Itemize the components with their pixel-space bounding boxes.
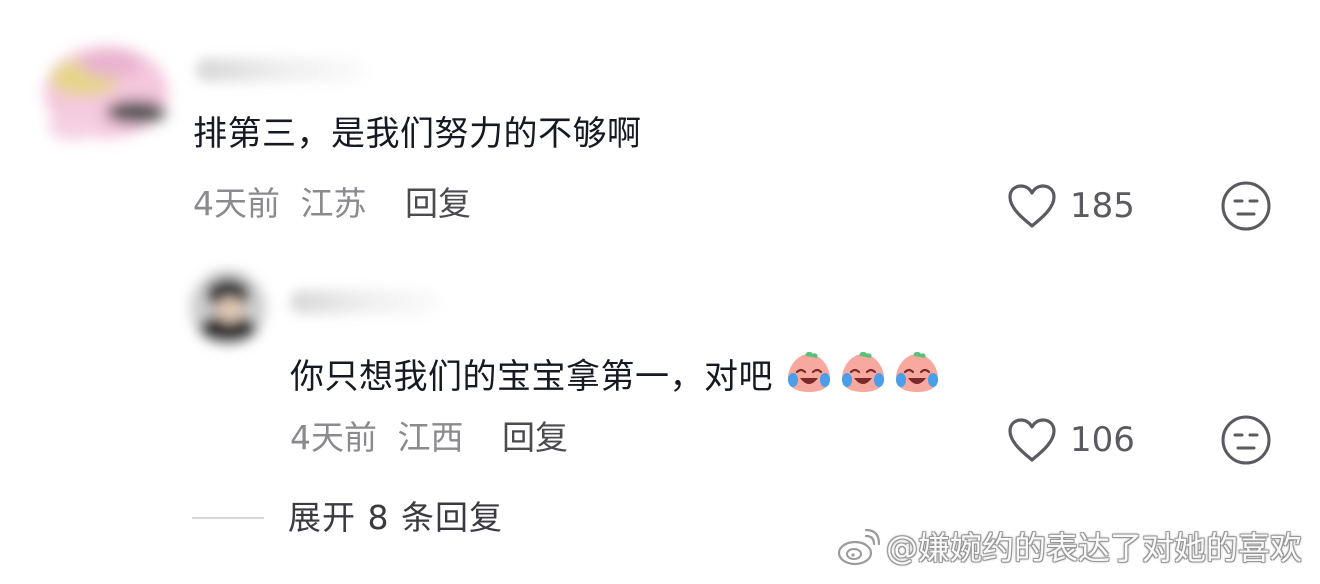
comment-meta: 4天前 江苏 回复 [193, 184, 471, 224]
username-blurred[interactable] [290, 290, 440, 314]
comment-location: 江西 [397, 418, 464, 457]
like-count: 106 [1070, 420, 1135, 460]
comment-text: 你只想我们的宝宝拿第一，对吧 [290, 350, 946, 397]
comment-text: 排第三，是我们努力的不够啊 [193, 114, 642, 154]
like-button[interactable]: 185 [1006, 182, 1135, 230]
weibo-logo-icon [837, 528, 880, 566]
heart-icon [1008, 184, 1056, 228]
watermark-text: @嫌婉约的表达了对她的喜欢 [885, 529, 1302, 567]
avatar[interactable] [30, 40, 180, 160]
expand-replies-button[interactable]: 展开 8 条回复 [192, 498, 503, 538]
comment-meta: 4天前 江西 回复 [290, 418, 568, 458]
dislike-face-icon[interactable] [1220, 414, 1272, 466]
reply-button[interactable]: 回复 [405, 184, 471, 223]
watermark: @嫌婉约的表达了对她的喜欢 [836, 528, 1302, 568]
blurred-avatar-icon [44, 46, 168, 140]
comment-location: 江苏 [300, 184, 367, 223]
comment-time: 4天前 [290, 418, 377, 457]
like-count: 185 [1070, 186, 1135, 226]
heart-icon [1008, 418, 1056, 462]
crying-laughing-peach-emoji [896, 351, 939, 392]
comment-text-body: 你只想我们的宝宝拿第一，对吧 [290, 357, 773, 397]
crying-laughing-peach-emoji [842, 351, 885, 392]
expand-replies-label: 展开 8 条回复 [288, 498, 503, 537]
comment-time: 4天前 [193, 184, 280, 223]
divider-line [192, 517, 264, 519]
blurred-avatar-icon [190, 270, 266, 346]
like-button[interactable]: 106 [1006, 416, 1135, 464]
username-blurred[interactable] [196, 58, 366, 82]
reply-button[interactable]: 回复 [502, 418, 568, 457]
crying-laughing-peach-emoji [788, 351, 831, 392]
avatar[interactable] [188, 268, 268, 348]
dislike-face-icon[interactable] [1220, 180, 1272, 232]
